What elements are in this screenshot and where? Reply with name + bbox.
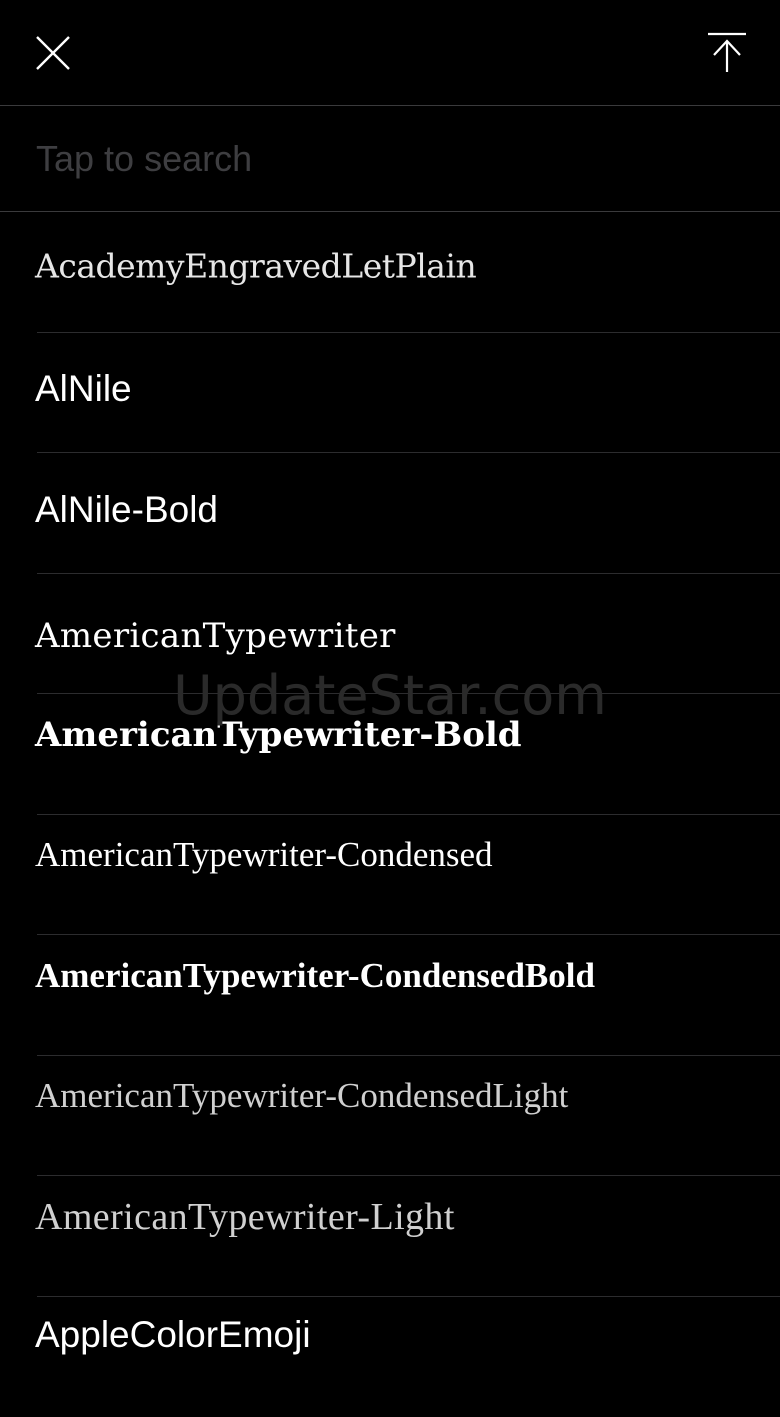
font-list-item[interactable]: AmericanTypewriter-Bold <box>0 694 780 815</box>
font-list-item[interactable]: AlNile-Bold <box>0 453 780 574</box>
font-list-item[interactable]: AmericanTypewriter-Condensed <box>0 815 780 936</box>
font-list-item[interactable]: AmericanTypewriter <box>0 574 780 695</box>
font-list-item[interactable]: AmericanTypewriter-CondensedBold <box>0 935 780 1056</box>
font-name: AmericanTypewriter-CondensedLight <box>35 1076 568 1116</box>
font-name: AmericanTypewriter-CondensedBold <box>35 956 595 996</box>
font-list: AcademyEngravedLetPlain AlNile AlNile-Bo… <box>0 212 780 1417</box>
scroll-to-top-icon <box>704 28 750 78</box>
close-button[interactable] <box>30 30 76 76</box>
font-list-item[interactable]: AmericanTypewriter-CondensedLight <box>0 1056 780 1177</box>
font-name: AppleColorEmoji <box>35 1314 311 1356</box>
font-list-item[interactable]: AlNile <box>0 333 780 454</box>
close-icon <box>30 30 76 76</box>
font-name: AmericanTypewriter-Bold <box>35 715 522 755</box>
font-name: AmericanTypewriter-Light <box>35 1195 455 1239</box>
font-name: AcademyEngravedLetPlain <box>35 247 476 286</box>
font-name: AlNile-Bold <box>35 489 218 531</box>
font-name: AlNile <box>35 368 132 410</box>
font-list-item[interactable]: AcademyEngravedLetPlain <box>0 212 780 333</box>
search-bar <box>0 106 780 212</box>
font-name: AmericanTypewriter <box>35 616 396 656</box>
scroll-to-top-button[interactable] <box>704 28 750 78</box>
top-bar <box>0 0 780 106</box>
font-name: AmericanTypewriter-Condensed <box>35 835 493 875</box>
font-list-item[interactable]: AmericanTypewriter-Light <box>0 1176 780 1297</box>
search-input[interactable] <box>36 130 736 188</box>
font-list-item[interactable]: AppleColorEmoji <box>0 1297 780 1417</box>
